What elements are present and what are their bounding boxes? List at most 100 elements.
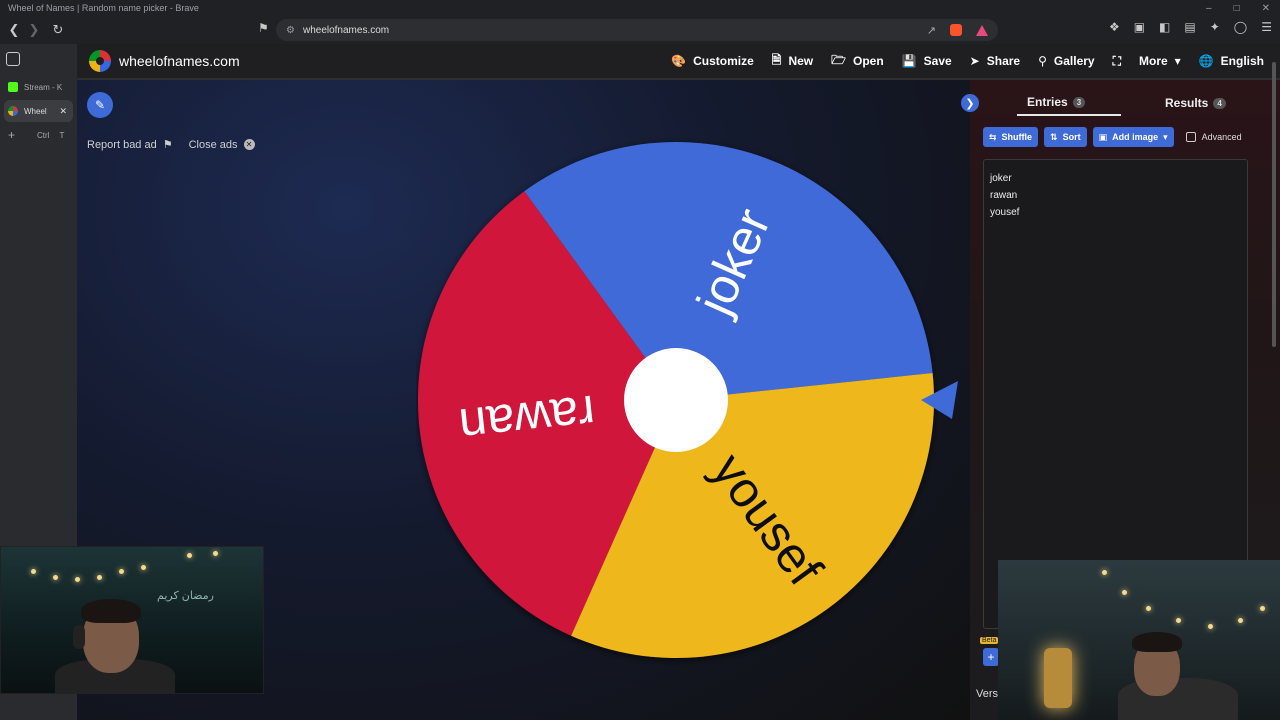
entry-line: joker bbox=[990, 173, 1012, 184]
bookmark-icon[interactable]: ⚑ bbox=[258, 21, 269, 35]
tab-stream[interactable]: Stream - K bbox=[4, 76, 73, 98]
collapse-panel-button[interactable]: ❯ bbox=[961, 94, 979, 112]
wheel-logo-icon[interactable] bbox=[89, 50, 111, 72]
shuffle-button[interactable]: ⇆ Shuffle bbox=[983, 127, 1039, 147]
close-ads-link[interactable]: Close ads ✕ bbox=[189, 138, 255, 151]
tab-entries[interactable]: Entries 3 bbox=[1017, 90, 1121, 116]
sort-button[interactable]: ⇅ Sort bbox=[1044, 127, 1087, 147]
menu-label: Open bbox=[853, 54, 884, 68]
close-window-icon[interactable]: ✕ bbox=[1262, 3, 1270, 14]
menu-new[interactable]: 🗎 New bbox=[772, 51, 813, 72]
globe-icon: 🌐 bbox=[1198, 54, 1214, 68]
entries-count-badge: 3 bbox=[1072, 96, 1086, 108]
entry-line: yousef bbox=[990, 207, 1020, 218]
add-image-label: Add image bbox=[1112, 132, 1159, 142]
leo-icon[interactable]: ✦ bbox=[1210, 20, 1220, 34]
share-page-icon[interactable]: ↗ bbox=[927, 24, 936, 37]
brave-shields-icon[interactable] bbox=[950, 24, 962, 36]
main-menu: 🎨 Customize 🗎 New 🗁 Open 💾 Save ➤ Share ⚲ Gall… bbox=[671, 51, 1280, 72]
window-controls: – □ ✕ bbox=[1206, 3, 1280, 14]
palette-icon: 🎨 bbox=[671, 54, 687, 68]
wheel-center[interactable] bbox=[624, 348, 728, 452]
new-tab-button[interactable]: + Ctrl T bbox=[4, 124, 73, 146]
edit-pencil-button[interactable]: ✎ bbox=[87, 92, 113, 118]
save-icon: 💾 bbox=[901, 54, 917, 68]
report-ad-label: Report bad ad bbox=[87, 138, 157, 151]
reload-icon[interactable]: ↻ bbox=[48, 20, 68, 40]
menu-label: English bbox=[1220, 54, 1264, 68]
shortcut-ctrl: Ctrl bbox=[37, 130, 50, 140]
tab-wheel[interactable]: Wheel ✕ bbox=[4, 100, 73, 122]
forward-icon[interactable]: ❯ bbox=[24, 20, 44, 40]
plus-icon: + bbox=[987, 650, 995, 664]
tab-results[interactable]: Results 4 bbox=[1165, 90, 1226, 116]
sort-label: Sort bbox=[1062, 132, 1081, 142]
menu-label: New bbox=[788, 54, 814, 68]
close-tab-icon[interactable]: ✕ bbox=[59, 106, 67, 117]
menu-label: Customize bbox=[693, 54, 754, 68]
site-info-icon[interactable]: ⚙ bbox=[286, 25, 295, 36]
menu-label: Gallery bbox=[1053, 54, 1095, 68]
shuffle-label: Shuffle bbox=[1001, 132, 1033, 142]
brave-rewards-icon[interactable] bbox=[976, 24, 988, 36]
entry-line: rawan bbox=[990, 190, 1018, 201]
caret-down-icon: ▾ bbox=[1163, 131, 1168, 142]
entries-textarea[interactable]: joker rawan yousef bbox=[983, 159, 1248, 629]
tab-panel-icon[interactable] bbox=[6, 52, 20, 66]
image-icon: ▣ bbox=[1098, 131, 1108, 142]
webcam-right bbox=[998, 560, 1280, 720]
wall-text: رمضان كريم bbox=[157, 590, 214, 602]
wheel-favicon-icon bbox=[8, 106, 18, 116]
wallet-icon[interactable]: ▣ bbox=[1134, 20, 1145, 34]
version-label: Vers bbox=[976, 688, 999, 700]
shuffle-icon: ⇆ bbox=[989, 131, 997, 142]
menu-open[interactable]: 🗁 Open bbox=[831, 51, 884, 72]
menu-icon[interactable]: ☰ bbox=[1261, 20, 1272, 34]
menu-label: Save bbox=[923, 54, 952, 68]
wheel[interactable]: jokeryousefrawan bbox=[416, 127, 966, 677]
minimize-icon[interactable]: – bbox=[1206, 3, 1212, 14]
add-wheel-button[interactable]: + bbox=[983, 648, 999, 666]
menu-save[interactable]: 💾 Save bbox=[902, 54, 952, 68]
site-header: wheelofnames.com 🎨 Customize 🗎 New 🗁 Open 💾… bbox=[77, 44, 1280, 80]
extensions-icon[interactable]: ❖ bbox=[1109, 20, 1120, 34]
webcam-left: رمضان كريم bbox=[0, 546, 264, 694]
address-bar[interactable]: ⚙ wheelofnames.com ↗ bbox=[276, 19, 998, 41]
lantern-decoration bbox=[1044, 648, 1072, 708]
fullscreen-icon: ⛶ bbox=[1112, 53, 1121, 68]
pencil-icon: ✎ bbox=[94, 98, 106, 112]
beta-badge: Beta bbox=[980, 637, 999, 644]
menu-language[interactable]: 🌐 English bbox=[1199, 54, 1264, 68]
advanced-checkbox[interactable] bbox=[1185, 132, 1196, 142]
tab-label: Stream - K bbox=[24, 82, 63, 92]
window-title: Wheel of Names | Random name picker - Br… bbox=[8, 3, 199, 13]
file-icon: 🗎 bbox=[771, 52, 782, 67]
menu-gallery[interactable]: ⚲ Gallery bbox=[1038, 54, 1095, 68]
menu-label: Share bbox=[986, 54, 1021, 68]
vpn-icon[interactable]: ◯ bbox=[1234, 20, 1247, 34]
fullscreen-button[interactable]: ⛶ bbox=[1113, 54, 1121, 69]
menu-customize[interactable]: 🎨 Customize bbox=[671, 54, 754, 68]
flag-icon: ⚑ bbox=[162, 139, 173, 151]
reading-list-icon[interactable]: ▤ bbox=[1184, 20, 1195, 34]
maximize-icon[interactable]: □ bbox=[1234, 3, 1240, 14]
sidebar-icon[interactable]: ◧ bbox=[1159, 20, 1170, 34]
window-titlebar: Wheel of Names | Random name picker - Br… bbox=[0, 0, 1280, 16]
browser-toolbar-right: ❖ ▣ ◧ ▤ ✦ ◯ ☰ bbox=[1109, 20, 1272, 34]
site-name[interactable]: wheelofnames.com bbox=[119, 53, 240, 69]
tab-entries-label: Entries bbox=[1027, 95, 1068, 109]
panel-tabs: ❯ Entries 3 Results 4 bbox=[961, 90, 1260, 116]
back-icon[interactable]: ❮ bbox=[4, 20, 24, 40]
menu-more[interactable]: More ▾ bbox=[1139, 54, 1181, 68]
report-ad-link[interactable]: Report bad ad ⚑ bbox=[87, 138, 173, 152]
close-ads-label: Close ads bbox=[188, 138, 238, 151]
plus-icon: + bbox=[8, 128, 16, 142]
add-image-button[interactable]: ▣ Add image ▾ bbox=[1092, 127, 1174, 147]
close-circle-icon: ✕ bbox=[243, 139, 255, 150]
kick-favicon-icon bbox=[8, 82, 18, 92]
url-text: wheelofnames.com bbox=[302, 24, 390, 36]
menu-label: More bbox=[1139, 54, 1168, 68]
results-count-badge: 4 bbox=[1213, 97, 1226, 109]
page-scrollbar[interactable] bbox=[1272, 62, 1276, 347]
menu-share[interactable]: ➤ Share bbox=[970, 54, 1020, 68]
